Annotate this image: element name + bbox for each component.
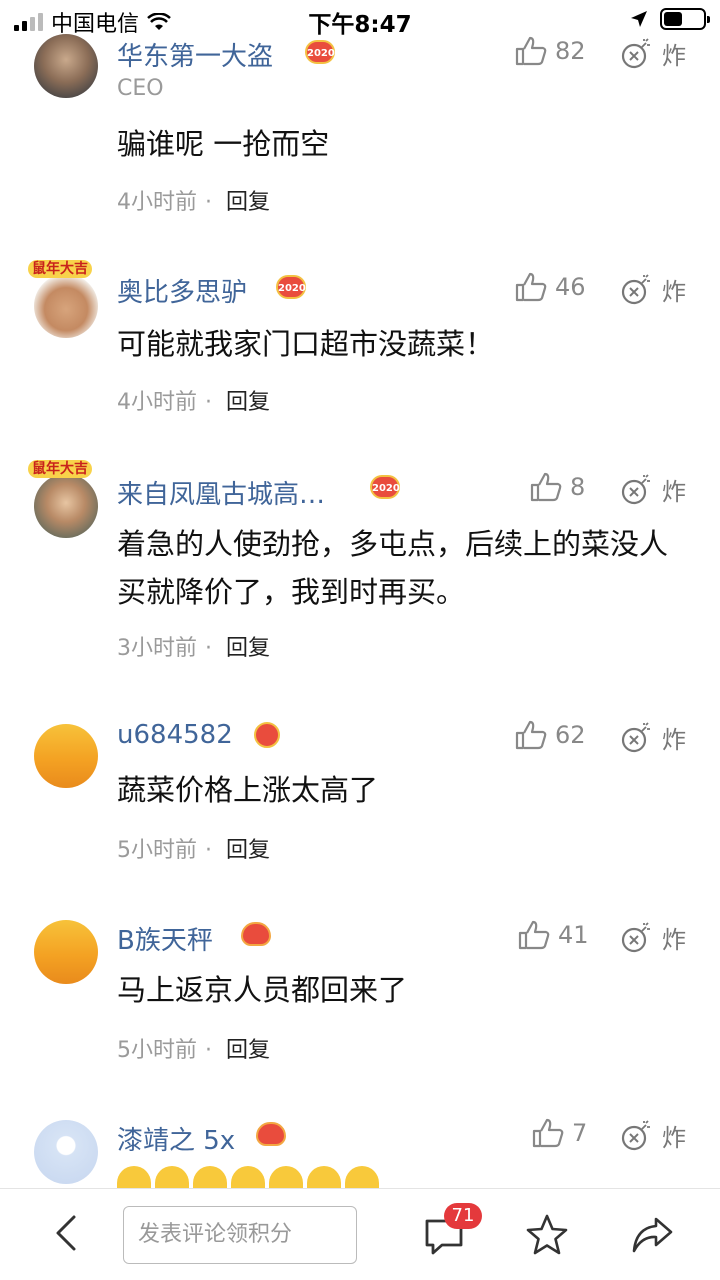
emoji-row (117, 1166, 379, 1188)
bomb-button[interactable]: 炸 (620, 1118, 686, 1153)
comment-meta: 5小时前 · 回复 (117, 838, 271, 863)
comment-meta: 5小时前 · 回复 (117, 1038, 271, 1063)
reply-button[interactable]: 回复 (226, 1038, 270, 1063)
like-button[interactable]: 8 (530, 472, 585, 502)
bomb-button[interactable]: 炸 (620, 720, 686, 755)
bomb-icon (621, 921, 650, 952)
thumbs-up-icon (515, 720, 547, 750)
emoji-icon (231, 1166, 265, 1188)
bomb-label: 炸 (662, 1124, 686, 1152)
bomb-label: 炸 (662, 726, 686, 754)
like-count: 82 (555, 37, 586, 65)
bottom-toolbar: 发表评论领积分 71 (0, 1188, 720, 1280)
bomb-label: 炸 (662, 42, 686, 70)
user-title: CEO (117, 76, 164, 101)
thumbs-up-icon (515, 272, 547, 302)
bomb-button[interactable]: 炸 (620, 36, 686, 71)
thumbs-up-icon (515, 36, 547, 66)
emoji-icon (345, 1166, 379, 1188)
bomb-label: 炸 (662, 478, 686, 506)
comment-item: 鼠年大吉 来自凤凰古城高… 2020 8 炸 着急的人使劲抢，多屯点，后续上的菜… (0, 440, 720, 690)
comment-item: B族天秤 41 炸 马上返京人员都回来了 5小时前 · 回复 (0, 890, 720, 1090)
avatar[interactable] (34, 474, 98, 538)
comment-item: 华东第一大盗 2020 CEO 82 炸 骗谁呢 一抢而空 4小时前 · 回复 (0, 0, 720, 240)
like-count: 8 (570, 473, 586, 501)
bomb-icon (621, 273, 650, 304)
like-count: 62 (555, 721, 586, 749)
bomb-icon (621, 37, 650, 68)
thumbs-up-icon (530, 472, 562, 502)
comment-time: 4小时前 (117, 190, 197, 215)
emoji-icon (117, 1166, 151, 1188)
comment-input[interactable]: 发表评论领积分 (123, 1206, 357, 1264)
level-badge: 2020 (305, 40, 335, 64)
emoji-icon (269, 1166, 303, 1188)
bomb-button[interactable]: 炸 (620, 272, 686, 307)
avatar-hat: 鼠年大吉 (28, 460, 92, 478)
bomb-label: 炸 (662, 278, 686, 306)
comment-text: 着急的人使劲抢，多屯点，后续上的菜没人买就降价了，我到时再买。 (117, 527, 669, 609)
comment-item: u684582 62 炸 蔬菜价格上涨太高了 5小时前 · 回复 (0, 690, 720, 890)
comment-time: 3小时前 (117, 636, 197, 661)
back-arrow-icon[interactable] (48, 1213, 84, 1253)
level-badge: 2020 (370, 475, 400, 499)
reply-button[interactable]: 回复 (226, 838, 270, 863)
comment-text: 可能就我家门口超市没蔬菜！ (117, 327, 495, 361)
avatar-hat: 鼠年大吉 (28, 260, 92, 278)
lantern-badge (241, 922, 271, 946)
bomb-icon (621, 473, 650, 504)
like-count: 41 (558, 921, 589, 949)
like-button[interactable]: 82 (515, 36, 586, 66)
emoji-icon (155, 1166, 189, 1188)
comment-time: 5小时前 (117, 838, 197, 863)
username[interactable]: 来自凤凰古城高… (117, 474, 325, 511)
emoji-icon (193, 1166, 227, 1188)
bomb-button[interactable]: 炸 (620, 472, 686, 507)
coin-badge (254, 722, 280, 748)
comment-meta: 4小时前 · 回复 (117, 390, 271, 415)
reply-button[interactable]: 回复 (226, 636, 270, 661)
bomb-icon (621, 1119, 650, 1150)
emoji-icon (307, 1166, 341, 1188)
avatar[interactable] (34, 724, 98, 788)
avatar[interactable] (34, 274, 98, 338)
level-badge: 2020 (276, 275, 306, 299)
comment-time: 4小时前 (117, 390, 197, 415)
username[interactable]: u684582 (117, 720, 233, 750)
lantern-badge (256, 1122, 286, 1146)
like-button[interactable]: 41 (518, 920, 589, 950)
comment-text: 马上返京人员都回来了 (117, 973, 408, 1007)
comment-time: 5小时前 (117, 1038, 197, 1063)
bomb-button[interactable]: 炸 (620, 920, 686, 955)
comment-meta: 4小时前 · 回复 (117, 190, 271, 215)
username[interactable]: B族天秤 (117, 920, 213, 957)
like-count: 46 (555, 273, 586, 301)
comment-item: 鼠年大吉 奥比多思驴 2020 46 炸 可能就我家门口超市没蔬菜！ 4小时前 ·… (0, 240, 720, 440)
share-icon[interactable] (630, 1213, 674, 1257)
username[interactable]: 华东第一大盗 (117, 36, 273, 73)
avatar[interactable] (34, 1120, 98, 1184)
reply-button[interactable]: 回复 (226, 190, 270, 215)
comment-text: 蔬菜价格上涨太高了 (117, 773, 379, 807)
thumbs-up-icon (518, 920, 550, 950)
bomb-label: 炸 (662, 926, 686, 954)
like-button[interactable]: 7 (532, 1118, 587, 1148)
comment-meta: 3小时前 · 回复 (117, 636, 271, 661)
comment-count-badge: 71 (444, 1203, 482, 1229)
comment-text: 骗谁呢 一抢而空 (117, 127, 330, 161)
reply-button[interactable]: 回复 (226, 390, 270, 415)
bomb-icon (621, 721, 650, 752)
like-button[interactable]: 46 (515, 272, 586, 302)
username[interactable]: 漆靖之 5x (117, 1120, 235, 1157)
like-button[interactable]: 62 (515, 720, 586, 750)
star-icon[interactable] (525, 1213, 569, 1257)
avatar[interactable] (34, 920, 98, 984)
avatar[interactable] (34, 34, 98, 98)
thumbs-up-icon (532, 1118, 564, 1148)
like-count: 7 (572, 1119, 588, 1147)
username[interactable]: 奥比多思驴 (117, 272, 247, 309)
